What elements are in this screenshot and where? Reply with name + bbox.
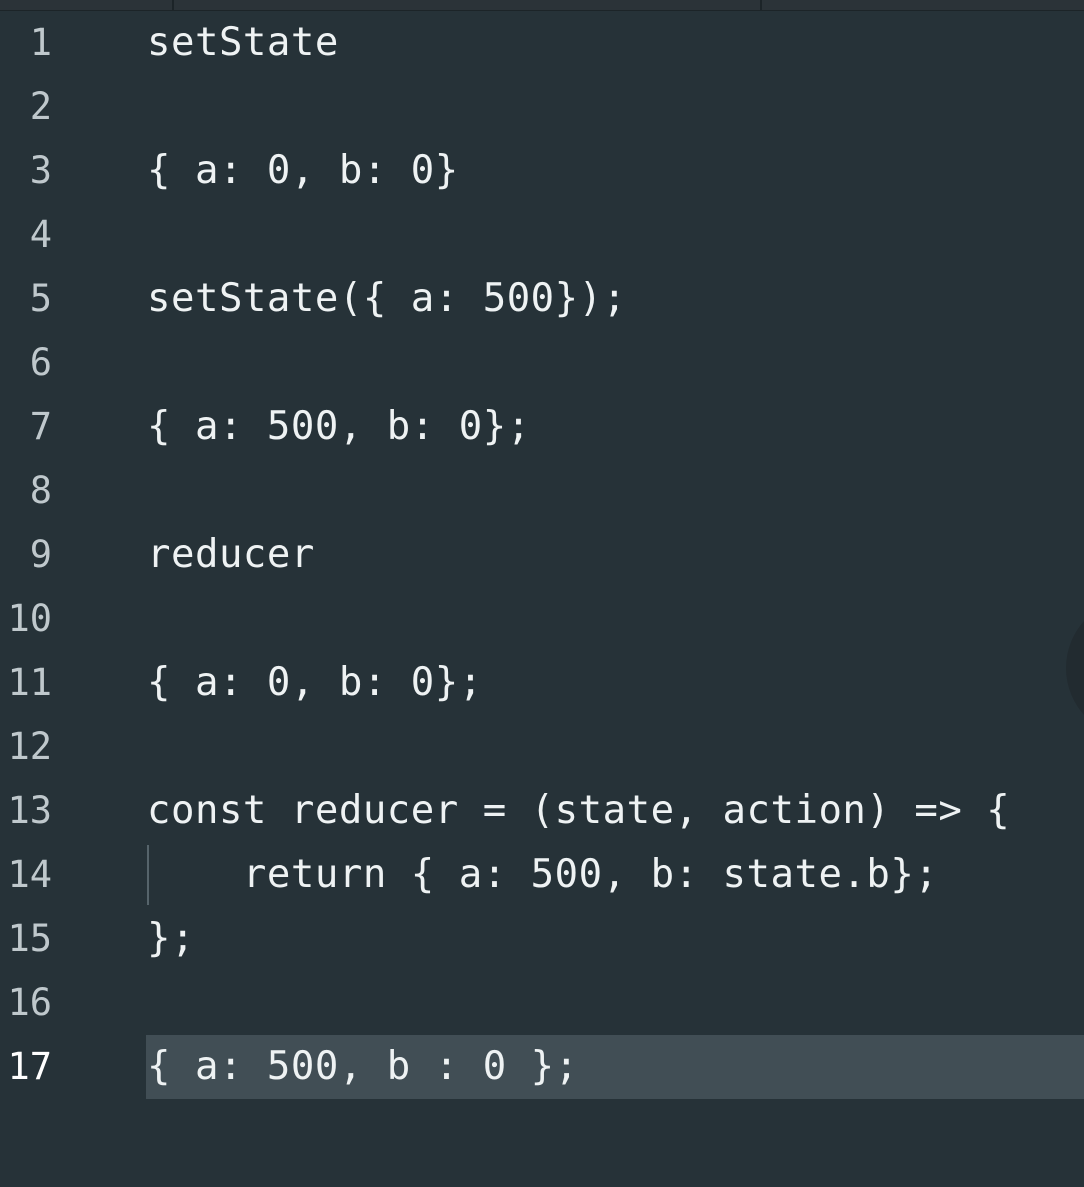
line-number: 5 xyxy=(29,277,52,320)
tab-strip xyxy=(0,0,1084,11)
line-number: 6 xyxy=(29,341,52,384)
editor-lines[interactable]: 1 setState 2 3 { a: 0, b: 0} 4 5 setStat… xyxy=(0,11,1084,1099)
line-number: 7 xyxy=(29,405,52,448)
code-line-10[interactable]: 10 xyxy=(0,587,1084,651)
code-line-8[interactable]: 8 xyxy=(0,459,1084,523)
code-line-11[interactable]: 11 { a: 0, b: 0}; xyxy=(0,651,1084,715)
line-number: 10 xyxy=(7,597,52,640)
code-line-14[interactable]: 14 return { a: 500, b: state.b}; xyxy=(0,843,1084,907)
line-text[interactable]: { a: 0, b: 0} xyxy=(147,139,459,203)
code-line-6[interactable]: 6 xyxy=(0,331,1084,395)
line-number: 17 xyxy=(7,1045,52,1088)
line-number: 2 xyxy=(29,85,52,128)
code-line-7[interactable]: 7 { a: 500, b: 0}; xyxy=(0,395,1084,459)
code-line-15[interactable]: 15 }; xyxy=(0,907,1084,971)
code-line-16[interactable]: 16 xyxy=(0,971,1084,1035)
tab-divider xyxy=(172,0,174,10)
line-number: 12 xyxy=(7,725,52,768)
code-line-3[interactable]: 3 { a: 0, b: 0} xyxy=(0,139,1084,203)
line-number: 14 xyxy=(7,853,52,896)
code-editor[interactable]: 1 setState 2 3 { a: 0, b: 0} 4 5 setStat… xyxy=(0,0,1084,1187)
line-text[interactable]: }; xyxy=(147,907,195,971)
code-line-2[interactable]: 2 xyxy=(0,75,1084,139)
line-text[interactable]: const reducer = (state, action) => { xyxy=(147,779,1010,843)
line-text[interactable]: { a: 500, b: 0}; xyxy=(147,395,531,459)
line-number: 4 xyxy=(29,213,52,256)
code-line-9[interactable]: 9 reducer xyxy=(0,523,1084,587)
line-number: 8 xyxy=(29,469,52,512)
code-line-1[interactable]: 1 setState xyxy=(0,11,1084,75)
line-text[interactable]: setState xyxy=(147,11,339,75)
code-line-13[interactable]: 13 const reducer = (state, action) => { xyxy=(0,779,1084,843)
line-text[interactable]: return { a: 500, b: state.b}; xyxy=(147,843,938,907)
code-line-4[interactable]: 4 xyxy=(0,203,1084,267)
line-text[interactable]: setState({ a: 500}); xyxy=(147,267,627,331)
line-text[interactable]: { a: 500, b : 0 }; xyxy=(147,1035,579,1099)
code-line-17[interactable]: 17 { a: 500, b : 0 }; xyxy=(0,1035,1084,1099)
line-text[interactable]: { a: 0, b: 0}; xyxy=(147,651,483,715)
line-number: 11 xyxy=(7,661,52,704)
tab-divider xyxy=(760,0,762,10)
line-number: 16 xyxy=(7,981,52,1024)
code-line-12[interactable]: 12 xyxy=(0,715,1084,779)
line-number: 9 xyxy=(29,533,52,576)
line-number: 13 xyxy=(7,789,52,832)
line-number: 1 xyxy=(29,21,52,64)
code-line-5[interactable]: 5 setState({ a: 500}); xyxy=(0,267,1084,331)
line-number: 15 xyxy=(7,917,52,960)
line-text[interactable]: reducer xyxy=(147,523,315,587)
line-number: 3 xyxy=(29,149,52,192)
